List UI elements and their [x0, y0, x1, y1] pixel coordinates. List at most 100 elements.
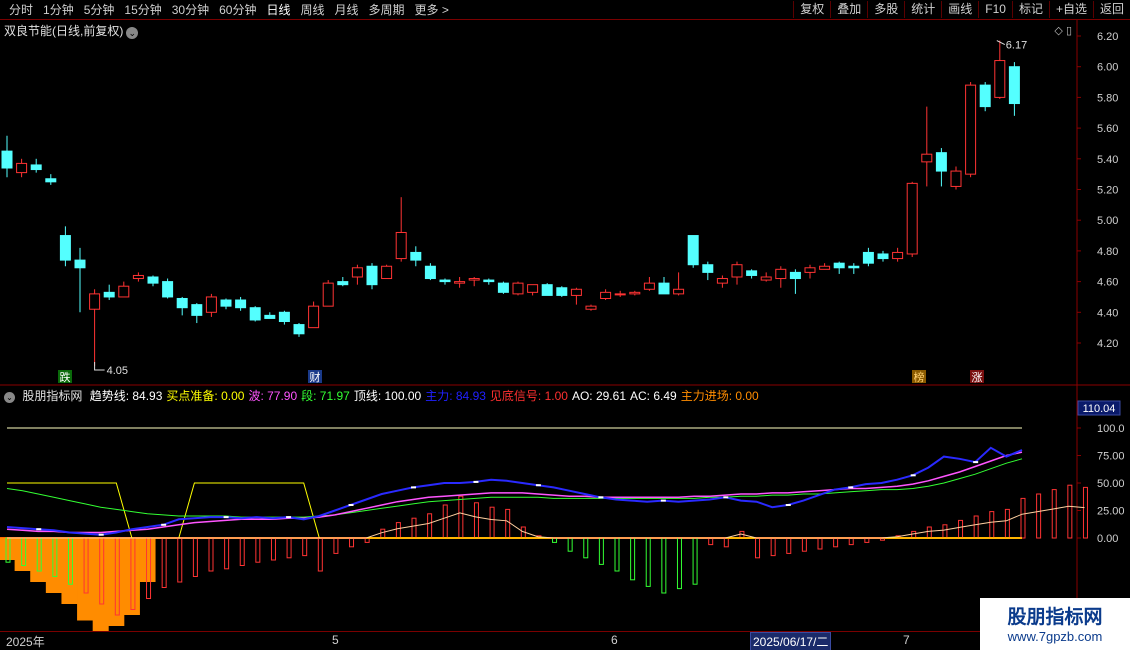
zhuli-jinchang-bar — [0, 538, 15, 560]
period-tab[interactable]: 5分钟 — [79, 2, 120, 18]
candle-body — [410, 251, 422, 261]
ao-bar — [770, 537, 776, 557]
price-axis-label: 4.40 — [1097, 307, 1118, 319]
ao-bar — [1020, 497, 1026, 539]
stock-title: 双良节能(日线,前复权) — [4, 24, 124, 38]
candle-body — [497, 282, 509, 293]
zhuli-jinchang-bar — [92, 538, 109, 632]
candle-body — [804, 267, 816, 273]
candle-body — [643, 282, 655, 290]
watermark-title: 股朋指标网 — [1007, 607, 1103, 628]
zhuli-jinchang-bar — [123, 538, 140, 615]
ao-bar — [1004, 508, 1010, 539]
chevron-down-icon[interactable]: ⌄ — [126, 27, 139, 39]
period-tab[interactable]: 周线 — [295, 2, 329, 18]
candle-body — [658, 282, 670, 295]
trend-marker — [910, 474, 916, 477]
candle-body — [89, 293, 101, 310]
toolbar-action-button[interactable]: 多股 — [867, 1, 904, 18]
price-axis-label: 6.00 — [1097, 62, 1118, 74]
period-tab[interactable]: 分时 — [4, 2, 38, 18]
candle-body — [950, 170, 962, 187]
candle-body — [16, 162, 28, 174]
ao-bar — [989, 511, 995, 539]
indicator-legend-item: 见底信号: 1.00 — [489, 389, 568, 403]
ao-bar — [192, 537, 198, 577]
ao-bar — [755, 537, 761, 559]
candle-body — [454, 281, 466, 284]
ao-bar — [1036, 493, 1042, 539]
date-tick-year: 2025年 — [6, 635, 45, 649]
toolbar-action-button[interactable]: 叠加 — [830, 1, 867, 18]
candle-body — [585, 305, 597, 310]
period-tab[interactable]: 多周期 — [364, 2, 410, 18]
candle-body — [702, 264, 714, 273]
candle-body — [965, 84, 977, 175]
toolbar-action-button[interactable]: 复权 — [793, 1, 830, 18]
candle-body — [132, 274, 144, 280]
period-tab[interactable]: 日线 — [261, 2, 295, 18]
candle-body — [74, 259, 86, 269]
candle-body — [775, 268, 787, 280]
period-tab[interactable]: 60分钟 — [214, 2, 261, 18]
zhuli-jinchang-bar — [139, 538, 156, 582]
candle-body — [249, 307, 261, 321]
candle-body — [293, 324, 305, 335]
toolbar-action-button[interactable]: 画线 — [941, 1, 978, 18]
ao-bar — [1067, 484, 1073, 539]
candle-body — [162, 281, 174, 298]
candle-body — [439, 279, 451, 283]
chevron-down-icon[interactable]: ⌄ — [4, 392, 15, 403]
period-tab[interactable]: 更多 > — [410, 2, 454, 18]
event-marker-cai: 财 — [310, 370, 321, 384]
candle-body — [600, 291, 612, 299]
candle-body — [220, 299, 232, 307]
candle-body — [424, 265, 436, 280]
indicator-axis-label: 25.00 — [1097, 506, 1125, 518]
toolbar-action-button[interactable]: 标记 — [1011, 1, 1049, 18]
period-tab[interactable]: 1分钟 — [38, 2, 79, 18]
period-tab[interactable]: 15分钟 — [119, 2, 166, 18]
price-axis-label: 5.60 — [1097, 123, 1118, 135]
indicator-current-value: 110.04 — [1083, 403, 1116, 415]
candle-body — [570, 288, 582, 296]
price-axis-label: 4.80 — [1097, 246, 1118, 258]
event-marker-bang: 榜 — [914, 370, 925, 384]
low-marker-line — [94, 362, 105, 371]
trend-marker — [723, 496, 729, 499]
main-chart-title[interactable]: 双良节能(日线,前复权) ⌄ — [4, 22, 139, 39]
diamond-icon[interactable]: ◇ — [1054, 25, 1062, 37]
trend-marker — [411, 486, 416, 489]
period-tab[interactable]: 30分钟 — [167, 2, 214, 18]
candle-body — [191, 304, 203, 316]
restore-icon[interactable]: ▯ — [1066, 25, 1072, 37]
toolbar-action-button[interactable]: 返回 — [1092, 1, 1130, 18]
candle-body — [819, 265, 831, 270]
candle-body — [235, 299, 247, 309]
indicator-axis-label: 0.00 — [1097, 533, 1118, 545]
candle-body — [308, 305, 320, 329]
indicator-name[interactable]: 股朋指标网 — [22, 389, 82, 403]
toolbar-action-button[interactable]: +自选 — [1048, 1, 1093, 18]
candle-body — [862, 251, 874, 264]
indicator-legend-item: 买点准备: 0.00 — [166, 389, 245, 403]
trend-marker — [660, 499, 666, 502]
candle-body — [278, 311, 290, 323]
period-tab[interactable]: 月线 — [330, 2, 364, 18]
candle-body — [833, 262, 845, 269]
candle-body — [468, 278, 480, 281]
indicator-axis-label: 100.0 — [1097, 423, 1125, 435]
kline-chart[interactable]: 6.20 6.00 5.80 5.60 5.40 5.20 5.00 4.80 4.60 4.40… — [0, 20, 1130, 632]
candle-body — [877, 253, 889, 260]
toolbar-action-button[interactable]: F10 — [978, 1, 1012, 18]
ao-bar — [1082, 486, 1088, 539]
candle-body — [716, 278, 728, 284]
event-marker-zhang: 涨 — [972, 371, 983, 384]
candle-body — [30, 164, 42, 171]
window-controls[interactable]: ◇ ▯ — [1054, 24, 1072, 37]
trend-marker — [98, 533, 104, 536]
toolbar-action-button[interactable]: 统计 — [904, 1, 941, 18]
ao-bar — [489, 506, 495, 539]
ao-bar — [973, 515, 979, 539]
selected-date: 2025/06/17/二 — [750, 632, 832, 650]
